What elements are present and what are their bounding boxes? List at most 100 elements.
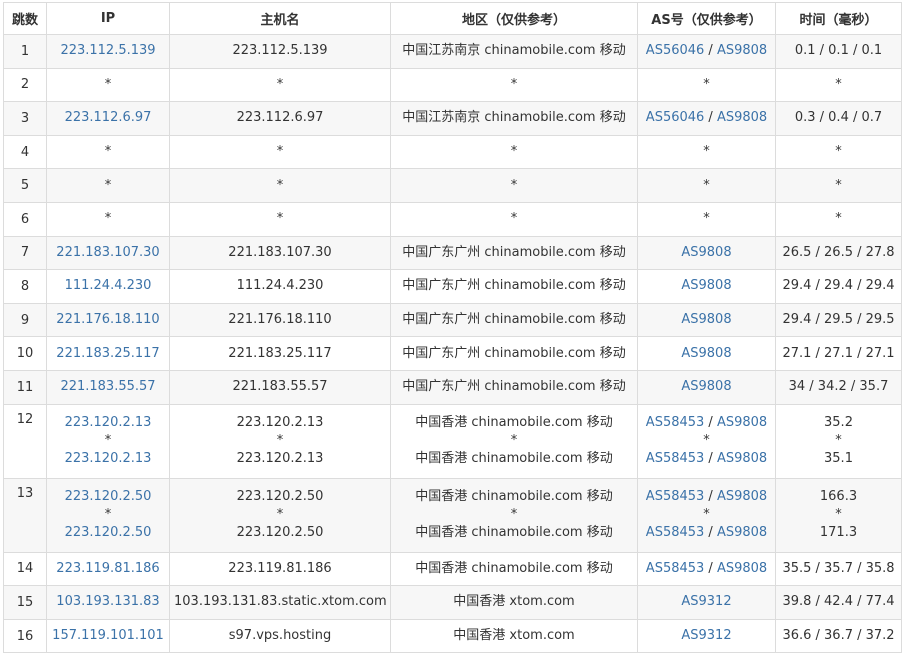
host-text: 223.120.2.13 [236,415,324,431]
as-link[interactable]: AS9312 [681,594,731,609]
ip-link[interactable]: 223.119.81.186 [51,560,165,578]
hop-cell: 4 [3,134,47,170]
as-cell: AS9808 [637,302,776,338]
as-link[interactable]: AS9808 [681,346,731,361]
as-link[interactable]: AS58453 [646,451,705,466]
as-link[interactable]: AS58453 [646,489,705,504]
ip-link[interactable]: 223.120.2.13 [51,450,165,468]
as-link[interactable]: AS9808 [717,525,767,540]
as-link[interactable]: AS9808 [681,312,731,327]
region-cell: 中国香港 xtom.com [390,618,638,653]
ip-text: * [104,433,112,449]
as-link[interactable]: AS9808 [681,278,731,293]
ip-link[interactable]: 157.119.101.101 [51,627,165,645]
time-cell: 35.2 * 35.1 [775,403,902,479]
ip-link[interactable]: 223.120.2.50 [51,488,165,506]
hop-cell: 14 [3,551,47,587]
ip-link[interactable]: 103.193.131.83 [51,593,165,611]
ip-cell: 223.112.5.139 [46,34,170,69]
as-link[interactable]: AS58453 [646,561,705,576]
header-host: 主机名 [169,2,391,35]
as-link[interactable]: AS56046 [646,110,705,125]
as-link[interactable]: AS9808 [681,245,731,260]
as-link[interactable]: AS9808 [717,561,767,576]
ip-link[interactable]: 221.183.55.57 [51,378,165,396]
as-link[interactable]: AS58453 [646,525,705,540]
as-separator: / [704,415,717,431]
table-row: 16 157.119.101.101 s97.vps.hosting 中国香港 xto… [3,618,902,653]
host-text: 223.120.2.13 [236,451,324,467]
host-text: 223.120.2.50 [236,489,324,505]
host-text: 223.120.2.50 [236,525,324,541]
time-text: 0.1 / 0.1 / 0.1 [794,43,883,59]
as-numbers: * [642,432,771,450]
host-text: 223.112.6.97 [236,110,324,126]
table-row: 12 223.120.2.13 * 223.120.2.13 223.120.2.13 *… [3,403,902,479]
region-cell: 中国广东广州 chinamobile.com 移动 [390,336,638,371]
as-numbers: AS58453 / AS9808 [642,450,771,468]
as-link[interactable]: AS56046 [646,43,705,58]
table-row: 4 * * * * * [3,134,902,170]
as-placeholder: * [703,433,710,449]
ip-link[interactable]: 111.24.4.230 [51,277,165,295]
as-link[interactable]: AS9808 [717,451,767,466]
ip-text: * [104,76,112,92]
host-cell: * [169,201,391,237]
ip-cell: 221.183.107.30 [46,235,170,271]
as-link[interactable]: AS9808 [681,379,731,394]
host-cell: 221.183.107.30 [169,235,391,271]
as-link[interactable]: AS58453 [646,415,705,430]
as-link[interactable]: AS9808 [717,415,767,430]
hop-cell: 3 [3,101,47,136]
as-separator: / [704,560,717,576]
region-cell: 中国江苏南京 chinamobile.com 移动 [390,101,638,136]
as-link[interactable]: AS9808 [717,110,767,125]
region-text: 中国江苏南京 chinamobile.com 移动 [402,110,626,126]
host-cell: * [169,168,391,203]
table-row: 6 * * * * * [3,201,902,237]
region-text: 中国香港 chinamobile.com 移动 [415,525,613,541]
as-placeholder: * [703,507,710,523]
region-text: * [510,507,518,523]
region-text: * [510,177,518,193]
ip-link[interactable]: 223.120.2.50 [51,524,165,542]
as-placeholder: * [703,76,710,92]
as-cell: * [637,67,776,103]
region-text: 中国广东广州 chinamobile.com 移动 [402,312,626,328]
ip-cell: 221.183.55.57 [46,369,170,405]
as-numbers: AS58453 / AS9808 [642,414,771,432]
time-cell: * [775,201,902,237]
ip-cell: * [46,168,170,203]
host-text: 221.176.18.110 [228,312,332,328]
host-cell: 223.112.6.97 [169,101,391,136]
as-link[interactable]: AS9312 [681,628,731,643]
time-text: 39.8 / 42.4 / 77.4 [782,594,895,610]
as-link[interactable]: AS9808 [717,489,767,504]
region-cell: * [390,168,638,203]
as-cell: AS9312 [637,585,776,620]
ip-link[interactable]: 221.183.107.30 [51,244,165,262]
ip-link[interactable]: 221.183.25.117 [51,345,165,363]
as-separator: / [704,451,717,467]
hop-cell: 5 [3,168,47,203]
as-numbers: AS9312 [642,627,771,645]
as-link[interactable]: AS9808 [717,43,767,58]
hop-cell: 1 [3,34,47,69]
host-text: * [276,76,284,92]
region-cell: 中国广东广州 chinamobile.com 移动 [390,235,638,271]
ip-cell: 223.120.2.13 * 223.120.2.13 [46,403,170,479]
ip-link[interactable]: 223.120.2.13 [51,414,165,432]
region-cell: * [390,134,638,170]
ip-link[interactable]: 223.112.6.97 [51,109,165,127]
header-time: 时间（毫秒） [775,2,902,35]
as-numbers: AS9808 [642,378,771,396]
region-cell: 中国广东广州 chinamobile.com 移动 [390,369,638,405]
host-text: * [276,177,284,193]
ip-link[interactable]: 221.176.18.110 [51,311,165,329]
region-text: 中国江苏南京 chinamobile.com 移动 [402,43,626,59]
as-separator: / [704,110,717,126]
ip-link[interactable]: 223.112.5.139 [51,42,165,60]
host-text: * [276,507,284,523]
host-text: * [276,211,284,227]
host-cell: s97.vps.hosting [169,618,391,653]
